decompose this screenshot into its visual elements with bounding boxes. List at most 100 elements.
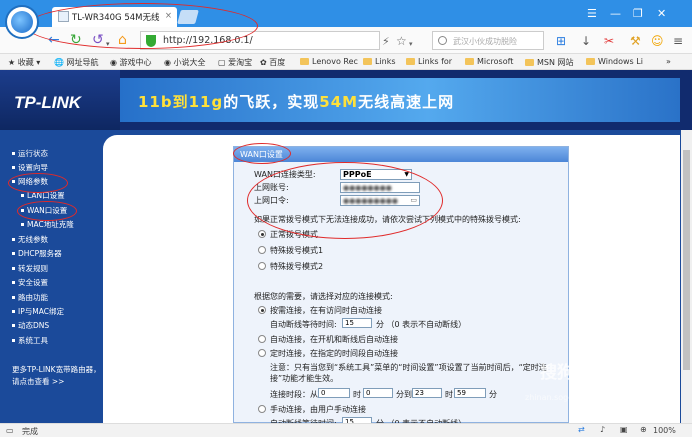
- sidebar-item-status[interactable]: 运行状态: [12, 148, 48, 159]
- home-icon[interactable]: ⌂: [118, 32, 127, 48]
- emoji-icon[interactable]: ☺: [651, 33, 664, 49]
- wrench-icon[interactable]: ⚒: [630, 33, 641, 49]
- bookmark-favorites[interactable]: ★ 收藏 ▾: [8, 57, 40, 68]
- scroll-thumb[interactable]: [683, 150, 690, 370]
- sidebar-item-ip-mac[interactable]: IP与MAC绑定: [12, 306, 64, 317]
- minimize-icon[interactable]: —: [610, 7, 621, 20]
- refresh-icon[interactable]: ↻: [70, 32, 82, 48]
- slogan: 11b到11g的飞跃，实现54M无线高速上网: [138, 93, 455, 111]
- bookmark-links-for[interactable]: Links for: [406, 57, 452, 66]
- sidebar-item-wizard[interactable]: 设置向导: [12, 162, 48, 173]
- close-tab-icon[interactable]: ×: [165, 11, 172, 21]
- sidebar-item-ddns[interactable]: 动态DNS: [12, 320, 49, 331]
- menu-icon[interactable]: ☰: [587, 7, 597, 20]
- dial-special2-label: 特殊拨号模式2: [270, 262, 324, 271]
- scrollbar[interactable]: [681, 130, 692, 423]
- manual-connect-label: 手动连接，由用户手动连接: [270, 405, 366, 414]
- chevron-down-icon[interactable]: ▾: [409, 36, 413, 52]
- password-input[interactable]: ●●●●●●●●● ▭: [340, 195, 420, 206]
- period-from-hour[interactable]: 0: [318, 388, 350, 398]
- bookmark-novels[interactable]: ◉ 小说大全: [164, 57, 206, 68]
- dial-special2-radio[interactable]: [258, 262, 266, 270]
- bookmarks-bar: ★ 收藏 ▾ 🌐 网址导航 ◉ 游戏中心 ◉ 小说大全 ▢ 爱淘宝 ✿ 百度 L…: [0, 54, 692, 70]
- conn-hint: 根据您的需要，请选择对应的连接模式:: [254, 292, 393, 301]
- chevron-down-icon[interactable]: ▾: [106, 36, 110, 52]
- tab-router[interactable]: TL-WR340G 54M无线 ×: [52, 7, 177, 27]
- timed-note: 注意：只有当您到“系统工具”菜单的“时间设置”项设置了当前时间后，“定时连接”功…: [270, 363, 547, 383]
- sidebar-menu: 运行状态 设置向导 网络参数 LAN口设置 WAN口设置 MAC地址克隆 无线参…: [0, 130, 103, 423]
- url-input[interactable]: http://192.168.0.1/: [140, 31, 380, 50]
- sidebar-item-wan[interactable]: WAN口设置: [21, 205, 67, 216]
- bookmark-windows[interactable]: Windows Li: [586, 57, 643, 66]
- bookmark-lenovo[interactable]: Lenovo Rec: [300, 57, 358, 66]
- new-tab-button[interactable]: [177, 10, 199, 24]
- grid-icon[interactable]: ⊞: [556, 33, 566, 49]
- conn-type-select[interactable]: PPPoE: [340, 169, 412, 180]
- status-bar: ▭ 完成 ⇄ ♪ ▣ ⊕ 100%: [0, 423, 692, 437]
- back-icon[interactable]: ←: [48, 32, 60, 48]
- page-status-icon: ▭: [6, 426, 14, 435]
- star-icon[interactable]: ☆: [396, 33, 407, 49]
- bookmark-taobao[interactable]: ▢ 爱淘宝: [218, 57, 252, 68]
- sidebar-item-lan[interactable]: LAN口设置: [21, 190, 65, 201]
- auto-connect-radio[interactable]: [258, 335, 266, 343]
- zoom-level[interactable]: 100%: [653, 426, 676, 435]
- watermark-url: zhinan.sogou.com: [525, 393, 598, 402]
- sync-icon[interactable]: ⇄: [578, 425, 585, 434]
- more-bookmarks-icon[interactable]: »: [666, 57, 671, 66]
- conn-type-label: WAN口连接类型:: [254, 170, 316, 179]
- timed-connect-radio[interactable]: [258, 349, 266, 357]
- period-to-minute[interactable]: 59: [454, 388, 486, 398]
- idle-input[interactable]: 15: [342, 318, 372, 328]
- manual-connect-radio[interactable]: [258, 405, 266, 413]
- restore-icon[interactable]: ❐: [633, 7, 643, 20]
- account-label: 上网账号:: [254, 183, 289, 192]
- period-to-hour[interactable]: 23: [412, 388, 442, 398]
- undo-icon[interactable]: ↺: [92, 32, 104, 48]
- scissors-icon[interactable]: ✂: [604, 33, 614, 49]
- close-icon[interactable]: ✕: [657, 7, 666, 20]
- on-demand-radio[interactable]: [258, 306, 266, 314]
- menu-icon[interactable]: ≡: [673, 33, 683, 49]
- period-hour-unit-2: 时: [445, 390, 453, 399]
- screen-icon[interactable]: ▣: [620, 425, 628, 434]
- zoom-icon[interactable]: ⊕: [640, 425, 647, 434]
- dial-hint: 如果正常拨号模式下无法连接成功，请依次尝试下列模式中的特殊拨号模式:: [254, 215, 521, 224]
- account-input[interactable]: ●●●●●●●●: [340, 182, 420, 193]
- more-products-link[interactable]: 更多TP-LINK宽带路由器，请点击查看 >>: [12, 364, 102, 388]
- sidebar-item-security[interactable]: 安全设置: [12, 277, 48, 288]
- bookmark-games[interactable]: ◉ 游戏中心: [110, 57, 152, 68]
- sidebar-item-system[interactable]: 系统工具: [12, 335, 48, 346]
- tab-title: TL-WR340G 54M无线: [72, 13, 160, 23]
- dial-normal-label: 正常拨号模式: [270, 230, 318, 239]
- dial-special1-radio[interactable]: [258, 246, 266, 254]
- shield-icon: [146, 35, 156, 47]
- bookmark-baidu[interactable]: ✿ 百度: [260, 57, 285, 68]
- lightning-icon[interactable]: ⚡: [382, 34, 390, 50]
- download-icon[interactable]: ↓: [581, 33, 591, 49]
- sidebar-item-forwarding[interactable]: 转发规则: [12, 263, 48, 274]
- router-banner: TP-LINK 11b到11g的飞跃，实现54M无线高速上网: [0, 70, 692, 130]
- period-to-label: 分到: [396, 390, 412, 399]
- period-from-minute[interactable]: 0: [363, 388, 393, 398]
- bookmark-msn[interactable]: MSN 网站: [525, 57, 574, 68]
- password-label: 上网口令:: [254, 196, 289, 205]
- idle-unit: 分 （0 表示不自动断线）: [376, 320, 467, 329]
- bookmark-nav[interactable]: 🌐 网址导航: [54, 57, 99, 68]
- dial-normal-radio[interactable]: [258, 230, 266, 238]
- timed-connect-label: 定时连接，在指定的时间段自动连接: [270, 349, 398, 358]
- search-input[interactable]: 武汉小伙成功脱险: [432, 31, 544, 50]
- sidebar-item-wireless[interactable]: 无线参数: [12, 234, 48, 245]
- sidebar-item-network[interactable]: 网络参数: [12, 176, 48, 187]
- watermark: 搜狗指南: [540, 363, 608, 383]
- sidebar-item-routing[interactable]: 路由功能: [12, 292, 48, 303]
- keyboard-icon: ▭: [410, 196, 417, 204]
- sidebar-item-dhcp[interactable]: DHCP服务器: [12, 248, 62, 259]
- speaker-icon[interactable]: ♪: [600, 425, 605, 434]
- bookmark-links[interactable]: Links: [363, 57, 396, 66]
- page-icon: [58, 11, 69, 22]
- bookmark-microsoft[interactable]: Microsoft: [465, 57, 513, 66]
- browser-logo-icon[interactable]: [5, 5, 39, 39]
- dial-special1-label: 特殊拨号模式1: [270, 246, 324, 255]
- sidebar-item-mac-clone[interactable]: MAC地址克隆: [21, 219, 74, 230]
